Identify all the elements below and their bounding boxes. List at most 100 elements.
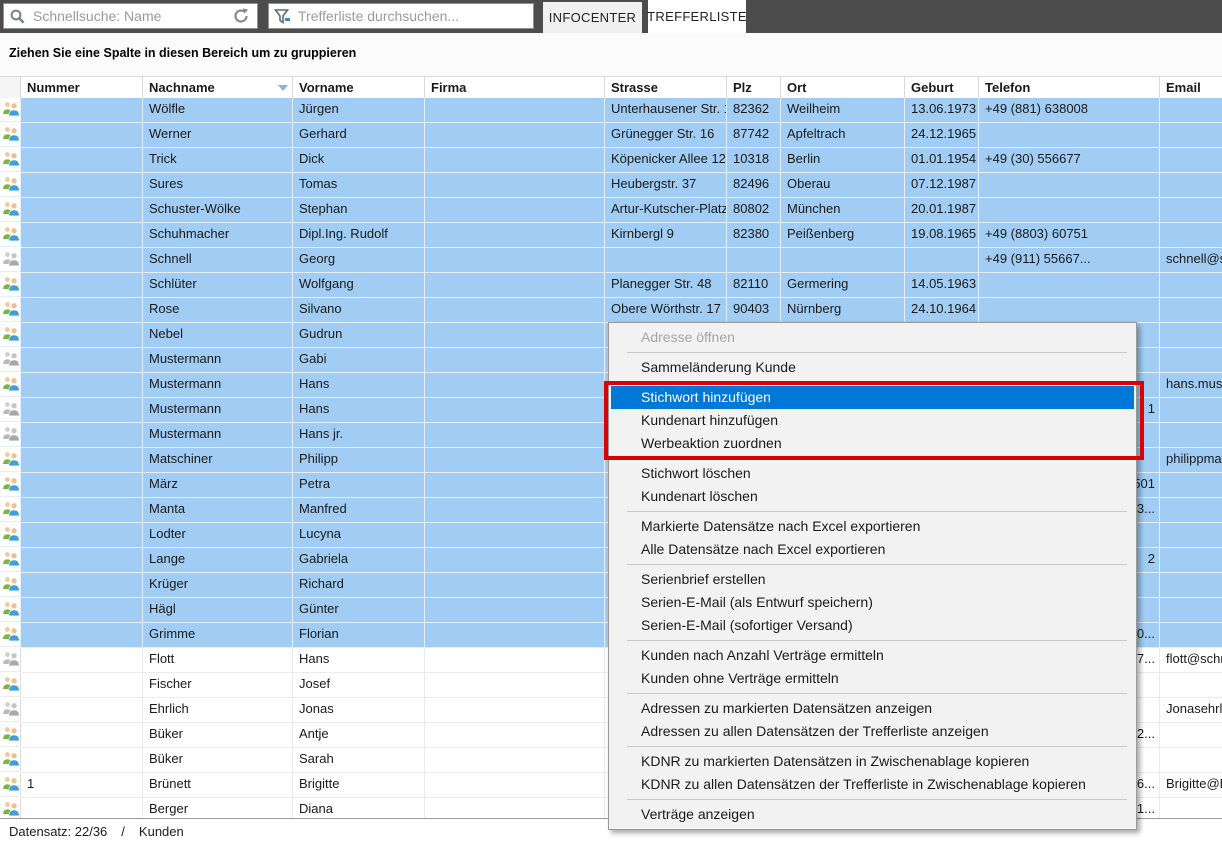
table-row[interactable]: SchlüterWolfgangPlanegger Str. 4882110Ge… xyxy=(0,273,1222,298)
cell-nummer xyxy=(21,723,143,748)
menu-item-serien-e-mail-sofortiger-versand[interactable]: Serien-E-Mail (sofortiger Versand) xyxy=(611,614,1134,637)
table-row[interactable]: SchuhmacherDipl.Ing. RudolfKirnbergl 982… xyxy=(0,223,1222,248)
menu-item-adressen-zu-markierten-datensaetzen-anzeigen[interactable]: Adressen zu markierten Datensätzen anzei… xyxy=(611,697,1134,720)
cell-geburt: 24.12.1965 xyxy=(905,123,979,148)
menu-item-kunden-ohne-vertraege-ermitteln[interactable]: Kunden ohne Verträge ermitteln xyxy=(611,667,1134,690)
refresh-icon[interactable] xyxy=(230,5,252,27)
cell-strasse: Planegger Str. 48 xyxy=(605,273,727,298)
cell-ort: Apfeltrach xyxy=(781,123,905,148)
cell-nummer xyxy=(21,573,143,598)
cell-nachname: Krüger xyxy=(143,573,293,598)
cell-ort: Weilheim xyxy=(781,98,905,123)
cell-telefon: +49 (881) 638008 xyxy=(979,98,1160,123)
contact-icon-color xyxy=(0,598,21,622)
contact-icon-color xyxy=(0,173,21,197)
status-entity: Kunden xyxy=(139,824,184,839)
table-row[interactable]: WölfleJürgenUnterhausener Str. 1782362We… xyxy=(0,98,1222,123)
cell-nummer xyxy=(21,748,143,773)
table-row[interactable]: Schuster-WölkeStephanArtur-Kutscher-Plat… xyxy=(0,198,1222,223)
cell-vorname: Antje xyxy=(293,723,425,748)
cell-firma xyxy=(425,748,605,773)
cell-nummer xyxy=(21,398,143,423)
cell-telefon: +49 (30) 556677 xyxy=(979,148,1160,173)
cell-nachname: Mustermann xyxy=(143,348,293,373)
cell-vorname: Stephan xyxy=(293,198,425,223)
cell-vorname: Gabriela xyxy=(293,548,425,573)
menu-item-kdnr-zu-markierten-datensaetzen-in-zwischenablage-kopieren[interactable]: KDNR zu markierten Datensätzen in Zwisch… xyxy=(611,750,1134,773)
cell-nummer xyxy=(21,348,143,373)
cell-strasse: Grünegger Str. 16 xyxy=(605,123,727,148)
cell-email xyxy=(1160,223,1222,248)
cell-nachname: Trick xyxy=(143,148,293,173)
cell-telefon xyxy=(979,273,1160,298)
contact-icon-color xyxy=(0,298,21,322)
menu-item-kundenart-loeschen[interactable]: Kundenart löschen xyxy=(611,485,1134,508)
menu-item-kunden-nach-anzahl-vertraege-ermitteln[interactable]: Kunden nach Anzahl Verträge ermitteln xyxy=(611,644,1134,667)
menu-item-stichwort-loeschen[interactable]: Stichwort löschen xyxy=(611,462,1134,485)
cell-ort: Oberau xyxy=(781,173,905,198)
cell-vorname: Georg xyxy=(293,248,425,273)
cell-firma xyxy=(425,698,605,723)
contact-icon-color xyxy=(0,498,21,522)
contact-icon-color xyxy=(0,273,21,297)
table-row[interactable]: SuresTomasHeubergstr. 3782496Oberau07.12… xyxy=(0,173,1222,198)
menu-item-kundenart-hinzufuegen[interactable]: Kundenart hinzufügen xyxy=(611,409,1134,432)
cell-nummer xyxy=(21,423,143,448)
cell-email xyxy=(1160,323,1222,348)
cell-plz: 82496 xyxy=(727,173,781,198)
quick-search-box[interactable] xyxy=(3,3,258,29)
toolbar: INFOCENTER TREFFERLISTE xyxy=(0,0,1222,33)
filter-search-input[interactable] xyxy=(296,7,528,25)
menu-separator xyxy=(627,693,1127,694)
cell-nummer xyxy=(21,473,143,498)
cell-nummer xyxy=(21,798,143,818)
filter-search-box[interactable] xyxy=(268,3,534,29)
menu-item-adressen-zu-allen-datensaetzen-der-trefferliste-anzeigen[interactable]: Adressen zu allen Datensätzen der Treffe… xyxy=(611,720,1134,743)
quick-search-input[interactable] xyxy=(31,7,225,25)
cell-email xyxy=(1160,123,1222,148)
contact-icon-color xyxy=(0,523,21,547)
contact-icon-gray xyxy=(0,248,21,272)
cell-vorname: Richard xyxy=(293,573,425,598)
table-row[interactable]: RoseSilvanoObere Wörthstr. 1790403Nürnbe… xyxy=(0,298,1222,323)
table-row[interactable]: TrickDickKöpenicker Allee 1210318Berlin0… xyxy=(0,148,1222,173)
cell-email: hans.muste xyxy=(1160,373,1222,398)
cell-email xyxy=(1160,423,1222,448)
menu-item-werbeaktion-zuordnen[interactable]: Werbeaktion zuordnen xyxy=(611,432,1134,455)
cell-telefon: +49 (911) 55667... xyxy=(979,248,1160,273)
menu-item-stichwort-hinzufuegen[interactable]: Stichwort hinzufügen xyxy=(611,386,1134,409)
cell-ort: Berlin xyxy=(781,148,905,173)
cell-plz: 82110 xyxy=(727,273,781,298)
cell-vorname: Hans xyxy=(293,398,425,423)
cell-vorname: Florian xyxy=(293,623,425,648)
cell-nummer xyxy=(21,323,143,348)
contact-icon-color xyxy=(0,623,21,647)
cell-ort xyxy=(781,248,905,273)
tab-infocenter[interactable]: INFOCENTER xyxy=(543,2,642,33)
tab-trefferliste[interactable]: TREFFERLISTE xyxy=(648,0,746,33)
cell-email: Jonasehrlic xyxy=(1160,698,1222,723)
cell-telefon: +49 (8803) 60751 xyxy=(979,223,1160,248)
cell-firma xyxy=(425,773,605,798)
menu-item-kdnr-zu-allen-datensaetzen-der-trefferliste-in-zwischenablage-kopieren[interactable]: KDNR zu allen Datensätzen der Trefferlis… xyxy=(611,773,1134,796)
cell-nachname: Fischer xyxy=(143,673,293,698)
contact-icon-color xyxy=(0,448,21,472)
menu-item-sammelaenderung-kunde[interactable]: Sammeländerung Kunde xyxy=(611,356,1134,379)
menu-item-alle-datensaetze-nach-excel-exportieren[interactable]: Alle Datensätze nach Excel exportieren xyxy=(611,538,1134,561)
cell-strasse: Heubergstr. 37 xyxy=(605,173,727,198)
menu-item-serien-e-mail-als-entwurf-speichern[interactable]: Serien-E-Mail (als Entwurf speichern) xyxy=(611,591,1134,614)
cell-email: Brigitte@Br xyxy=(1160,773,1222,798)
contact-icon-color xyxy=(0,148,21,172)
cell-email xyxy=(1160,148,1222,173)
cell-vorname: Hans xyxy=(293,373,425,398)
menu-item-markierte-datensaetze-nach-excel-exportieren[interactable]: Markierte Datensätze nach Excel exportie… xyxy=(611,515,1134,538)
cell-nachname: Sures xyxy=(143,173,293,198)
menu-item-vertraege-anzeigen[interactable]: Verträge anzeigen xyxy=(611,803,1134,826)
contact-icon-color xyxy=(0,673,21,697)
group-by-area[interactable]: Ziehen Sie eine Spalte in diesen Bereich… xyxy=(0,33,1222,76)
cell-firma xyxy=(425,548,605,573)
menu-item-serienbrief-erstellen[interactable]: Serienbrief erstellen xyxy=(611,568,1134,591)
table-row[interactable]: WernerGerhardGrünegger Str. 1687742Apfel… xyxy=(0,123,1222,148)
table-row[interactable]: SchnellGeorg+49 (911) 55667...schnell@sc xyxy=(0,248,1222,273)
cell-email xyxy=(1160,798,1222,818)
